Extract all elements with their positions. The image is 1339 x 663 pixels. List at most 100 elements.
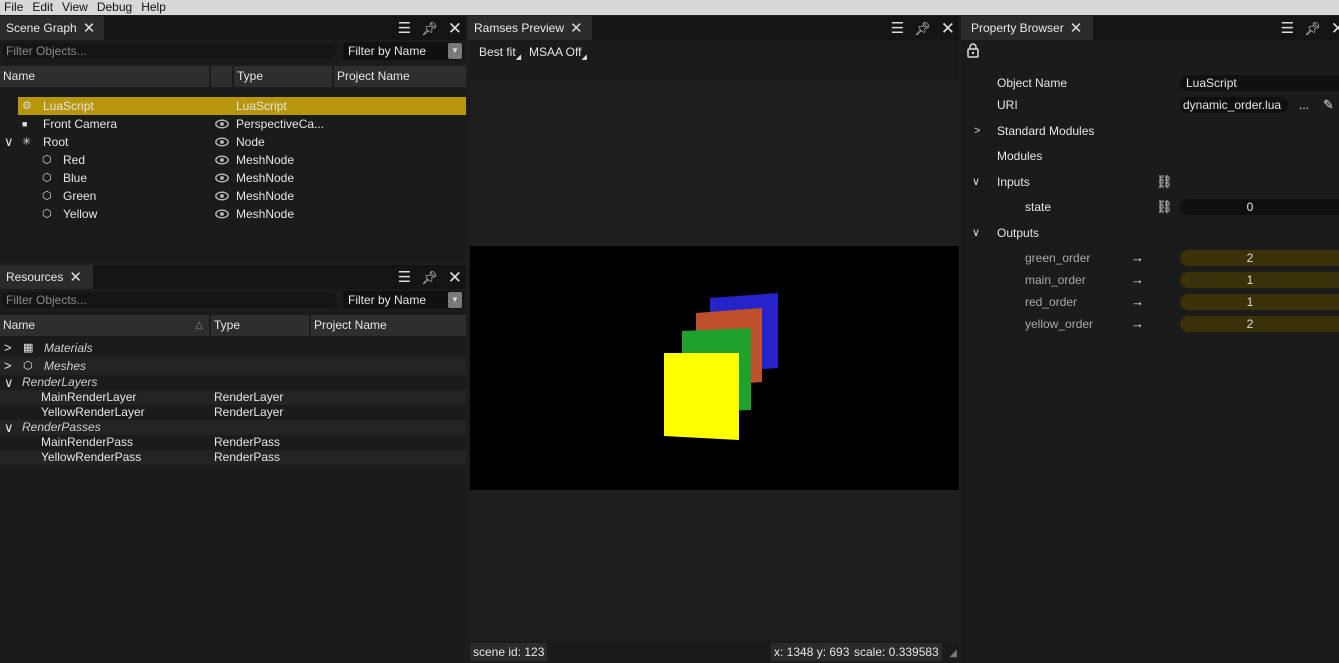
column-name[interactable]: Name xyxy=(0,66,211,87)
dropdown-arrow-icon: ◢ xyxy=(581,54,587,61)
resource-item[interactable]: YellowRenderPass RenderPass xyxy=(0,450,466,465)
size-mode-button[interactable]: Best fit◢ xyxy=(479,45,521,65)
msaa-button[interactable]: MSAA Off◢ xyxy=(529,45,587,65)
tab-property-browser[interactable]: Property Browser ✕ xyxy=(961,16,1093,40)
resource-group[interactable]: ∨ RenderLayers xyxy=(0,375,466,390)
chevron-right-icon[interactable]: > xyxy=(4,357,12,375)
scene-graph-filter-input[interactable]: Filter Objects... xyxy=(2,43,336,59)
chevron-down-icon[interactable]: ∨ xyxy=(4,133,14,151)
menu-view[interactable]: View xyxy=(58,0,93,15)
output-value-field: 1 xyxy=(1180,272,1339,288)
resource-group[interactable]: ∨ RenderPasses xyxy=(0,420,466,435)
scene-graph-header: Name Type Project Name xyxy=(0,66,466,87)
tree-row[interactable]: ⬡ Green MeshNode xyxy=(0,187,466,205)
column-project-name[interactable]: Project Name xyxy=(311,315,466,336)
eye-icon[interactable] xyxy=(215,172,229,184)
tab-scene-graph[interactable]: Scene Graph ✕ xyxy=(0,16,104,40)
tree-row[interactable]: ⬡ Blue MeshNode xyxy=(0,169,466,187)
lock-icon[interactable] xyxy=(967,43,979,58)
browse-uri-button[interactable]: ... xyxy=(1299,94,1309,116)
close-tab-icon[interactable]: ✕ xyxy=(1070,21,1083,36)
chevron-down-icon[interactable]: ▼ xyxy=(448,292,462,308)
resources-filter-input[interactable]: Filter Objects... xyxy=(2,292,336,308)
column-name[interactable]: Name △ xyxy=(0,315,211,336)
resource-item[interactable]: MainRenderLayer RenderLayer xyxy=(0,390,466,405)
output-row: red_order → 1 xyxy=(961,291,1339,313)
close-tab-icon[interactable]: ✕ xyxy=(69,270,82,285)
eye-icon[interactable] xyxy=(215,154,229,166)
dropdown-arrow-icon: ◢ xyxy=(515,54,522,61)
tree-row[interactable]: ∨ ✳ Root Node xyxy=(0,133,466,151)
menu-debug[interactable]: Debug xyxy=(93,0,137,15)
close-icon[interactable]: ✕ xyxy=(1331,20,1339,37)
menu-edit[interactable]: Edit xyxy=(28,0,58,15)
uri-field[interactable]: dynamic_order.lua xyxy=(1180,97,1288,113)
inputs-row[interactable]: ∨ Inputs ⛓ xyxy=(961,171,1339,193)
chevron-right-icon[interactable]: > xyxy=(974,120,980,142)
chevron-down-icon[interactable]: ∨ xyxy=(4,375,14,390)
render-area[interactable] xyxy=(470,246,959,490)
resources-title: Resources xyxy=(6,270,64,284)
tab-resources[interactable]: Resources ✕ xyxy=(0,265,93,289)
tree-row[interactable]: ■ Front Camera PerspectiveCa... xyxy=(0,115,466,133)
resource-group-name: Materials xyxy=(44,341,93,355)
resources-header: Name △ Type Project Name xyxy=(0,315,466,336)
chevron-right-icon[interactable]: > xyxy=(4,339,12,357)
property-browser-titlebar: Property Browser ✕ ☰ 📌︎ ✕ xyxy=(961,16,1339,40)
outputs-row[interactable]: ∨ Outputs xyxy=(961,222,1339,244)
tab-ramses-preview[interactable]: Ramses Preview ✕ xyxy=(468,16,592,40)
tree-row-name: Root xyxy=(43,135,69,149)
link-icon[interactable]: ⛓ xyxy=(1156,171,1173,193)
resource-item[interactable]: YellowRenderLayer RenderLayer xyxy=(0,405,466,420)
dock-menu-icon[interactable]: ☰ xyxy=(891,21,904,36)
pin-icon[interactable]: 📌︎ xyxy=(421,271,438,284)
chevron-down-icon[interactable]: ∨ xyxy=(4,420,14,435)
resize-grip-icon[interactable]: ◢ xyxy=(949,648,957,659)
chevron-down-icon[interactable]: ∨ xyxy=(972,171,980,193)
close-icon[interactable]: ✕ xyxy=(941,20,955,37)
standard-modules-row[interactable]: > Standard Modules xyxy=(961,120,1339,142)
uri-row: URI dynamic_order.lua ... ✎ xyxy=(961,94,1339,116)
scene-graph-filter-select[interactable]: Filter by Name ▼ xyxy=(343,42,463,60)
chevron-down-icon[interactable]: ∨ xyxy=(972,222,980,244)
menu-help[interactable]: Help xyxy=(137,0,171,15)
column-type[interactable]: Type xyxy=(234,66,334,87)
eye-icon[interactable] xyxy=(215,190,229,202)
tree-row[interactable]: ⬡ Red MeshNode xyxy=(0,151,466,169)
eye-icon[interactable] xyxy=(215,118,229,130)
eye-icon[interactable] xyxy=(215,208,229,220)
pin-icon[interactable]: 📌︎ xyxy=(914,22,931,35)
column-project-name[interactable]: Project Name xyxy=(334,66,466,87)
object-name-label: Object Name xyxy=(997,76,1068,90)
resource-group[interactable]: > ⬡ Meshes xyxy=(0,357,466,375)
pin-icon[interactable]: 📌︎ xyxy=(1304,22,1321,35)
standard-modules-label: Standard Modules xyxy=(997,124,1095,138)
resources-filter-select[interactable]: Filter by Name ▼ xyxy=(343,291,463,309)
close-icon[interactable]: ✕ xyxy=(448,20,462,37)
object-name-field[interactable]: LuaScript xyxy=(1180,75,1339,91)
tree-row[interactable]: ⚙ LuaScript LuaScript xyxy=(18,97,466,115)
column-visibility[interactable] xyxy=(211,66,234,87)
scene-render xyxy=(664,293,778,440)
output-value: 1 xyxy=(1246,295,1254,309)
close-icon[interactable]: ✕ xyxy=(448,269,462,286)
tree-row[interactable]: ⬡ Yellow MeshNode xyxy=(0,205,466,223)
sort-indicator-icon: △ xyxy=(195,320,203,331)
edit-pencil-icon[interactable]: ✎ xyxy=(1323,94,1334,116)
close-tab-icon[interactable]: ✕ xyxy=(83,21,96,36)
pin-icon[interactable]: 📌︎ xyxy=(421,22,438,35)
resource-group[interactable]: > ▦ Materials xyxy=(0,339,466,357)
dock-menu-icon[interactable]: ☰ xyxy=(398,21,411,36)
close-tab-icon[interactable]: ✕ xyxy=(570,21,583,36)
resource-item[interactable]: MainRenderPass RenderPass xyxy=(0,435,466,450)
chevron-down-icon[interactable]: ▼ xyxy=(448,43,462,59)
eye-icon[interactable] xyxy=(215,136,229,148)
link-icon[interactable]: ⛓ xyxy=(1156,196,1173,218)
dock-menu-icon[interactable]: ☰ xyxy=(398,270,411,285)
preview-panel: Ramses Preview ✕ ☰ 📌︎ ✕ Best fit◢ MSAA O… xyxy=(468,16,959,663)
dock-menu-icon[interactable]: ☰ xyxy=(1281,21,1294,36)
preview-viewport[interactable] xyxy=(470,80,959,657)
menu-file[interactable]: File xyxy=(0,0,28,15)
column-type[interactable]: Type xyxy=(211,315,311,336)
input-state-field[interactable]: 0 xyxy=(1180,199,1339,215)
